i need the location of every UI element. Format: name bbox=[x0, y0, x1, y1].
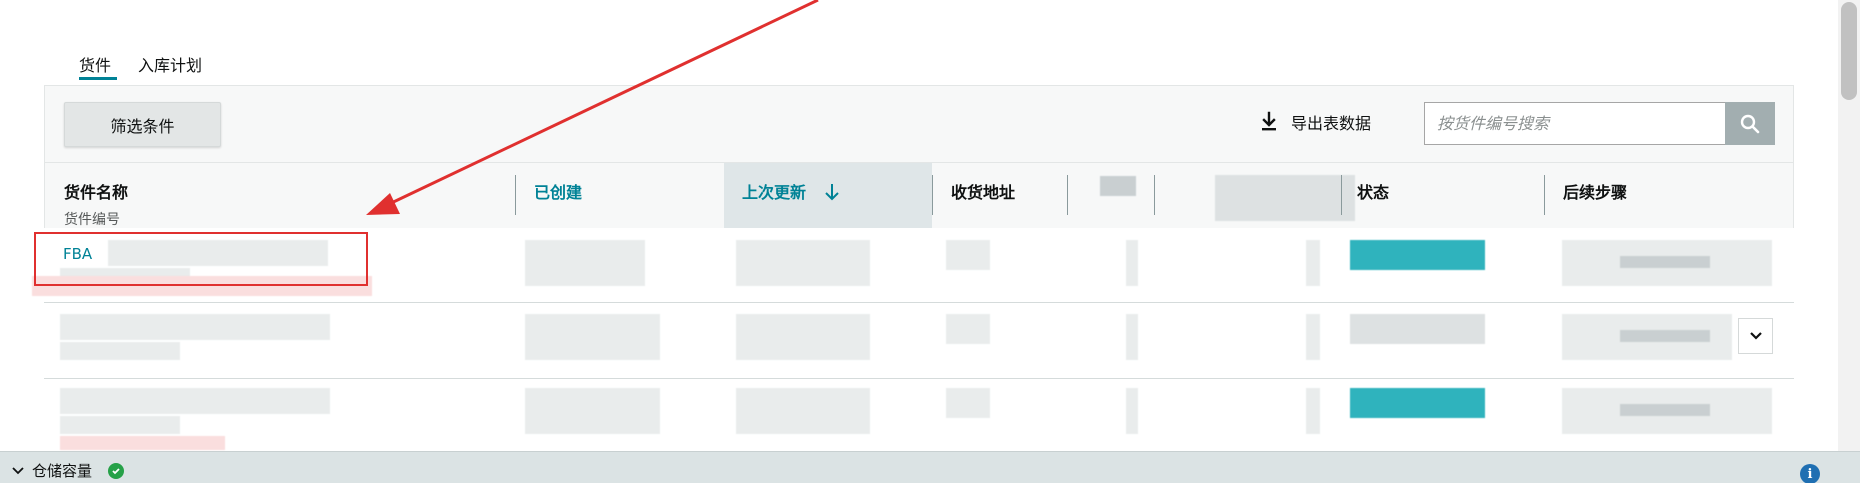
redacted-cell bbox=[1306, 240, 1320, 286]
redacted-shipment-id bbox=[60, 342, 180, 360]
search-input[interactable] bbox=[1425, 103, 1725, 144]
redacted-cell bbox=[1126, 314, 1138, 360]
redacted-next-step-detail bbox=[1620, 256, 1710, 268]
check-circle-icon bbox=[108, 462, 125, 479]
storage-capacity-bar: 仓储容量 i bbox=[0, 451, 1860, 483]
redacted-created bbox=[525, 314, 660, 360]
redacted-cell bbox=[1306, 314, 1320, 360]
row-divider bbox=[44, 378, 1794, 379]
redacted-updated bbox=[736, 388, 870, 434]
table-header-row: 货件名称 货件编号 已创建 上次更新 收货地址 状态 后续步骤 bbox=[45, 163, 1793, 228]
column-header-name-sub: 货件编号 bbox=[64, 212, 120, 228]
column-divider bbox=[1544, 175, 1545, 215]
column-header-address[interactable]: 收货地址 bbox=[951, 163, 1015, 228]
chevron-down-icon bbox=[1749, 332, 1762, 340]
column-header-name-label: 货件名称 bbox=[64, 183, 129, 202]
redacted-cell bbox=[1126, 388, 1138, 434]
status-badge bbox=[1350, 388, 1485, 418]
row-divider bbox=[44, 302, 1794, 303]
sort-descending-icon bbox=[824, 184, 839, 201]
redacted-created bbox=[525, 388, 660, 434]
storage-capacity-toggle[interactable]: 仓储容量 bbox=[12, 460, 125, 481]
column-header-updated-label: 上次更新 bbox=[742, 183, 807, 202]
redacted-updated bbox=[736, 240, 870, 286]
column-divider bbox=[515, 175, 516, 215]
redacted-next-step-detail bbox=[1620, 330, 1710, 342]
search-button[interactable] bbox=[1725, 102, 1775, 145]
status-badge bbox=[1350, 240, 1485, 270]
info-icon[interactable]: i bbox=[1800, 464, 1820, 483]
scrollbar-thumb[interactable] bbox=[1841, 2, 1857, 100]
filter-button[interactable]: 筛选条件 bbox=[64, 102, 221, 147]
tab-inbound-plans[interactable]: 入库计划 bbox=[138, 52, 202, 76]
redacted-updated bbox=[736, 314, 870, 360]
redacted-address bbox=[946, 388, 990, 418]
column-header-updated[interactable]: 上次更新 bbox=[724, 163, 932, 228]
chevron-down-icon bbox=[12, 466, 24, 474]
redacted-address bbox=[946, 240, 990, 270]
tab-shipments[interactable]: 货件 bbox=[79, 52, 111, 76]
toolbar: 筛选条件 导出表数据 bbox=[45, 86, 1793, 163]
row-actions-dropdown[interactable] bbox=[1738, 318, 1773, 354]
obscured-column-header bbox=[1215, 175, 1355, 221]
redacted-next-step-detail bbox=[1620, 404, 1710, 416]
column-header-status[interactable]: 状态 bbox=[1357, 163, 1389, 228]
column-header-created[interactable]: 已创建 bbox=[534, 163, 582, 228]
download-icon bbox=[1262, 111, 1276, 131]
redacted-shipment-name bbox=[60, 314, 330, 340]
active-tab-indicator bbox=[79, 77, 117, 80]
column-divider bbox=[1154, 175, 1155, 215]
export-table-button[interactable]: 导出表数据 bbox=[1257, 110, 1371, 134]
column-divider bbox=[1067, 175, 1068, 215]
redacted-cell bbox=[1306, 388, 1320, 434]
export-label: 导出表数据 bbox=[1291, 114, 1372, 133]
redacted-shipment-id bbox=[60, 416, 180, 434]
redacted-shipment-name bbox=[60, 388, 330, 414]
storage-capacity-label: 仓储容量 bbox=[32, 462, 93, 480]
search-icon bbox=[1740, 114, 1760, 133]
redacted-created bbox=[525, 240, 645, 286]
shipments-panel: 筛选条件 导出表数据 货件名称 货件编号 已创建 上次更新 bbox=[44, 85, 1794, 228]
column-header-name: 货件名称 货件编号 bbox=[64, 163, 128, 228]
obscured-column-header bbox=[1100, 176, 1136, 196]
status-badge bbox=[1350, 314, 1485, 344]
redacted-area bbox=[60, 436, 225, 450]
redacted-address bbox=[946, 314, 990, 344]
redacted-cell bbox=[1126, 240, 1138, 286]
column-divider bbox=[1341, 175, 1342, 215]
column-header-next-steps[interactable]: 后续步骤 bbox=[1563, 163, 1627, 228]
search-box bbox=[1424, 102, 1725, 145]
annotation-highlight-box bbox=[34, 232, 368, 286]
column-divider bbox=[932, 175, 933, 215]
